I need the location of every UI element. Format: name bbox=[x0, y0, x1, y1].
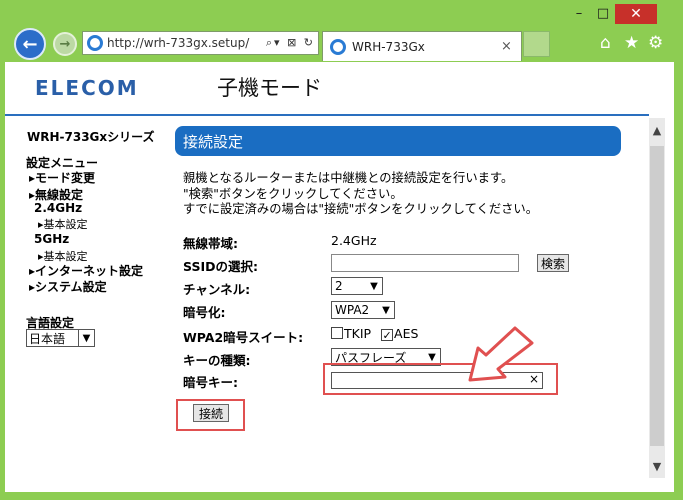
tab-title: WRH-733Gx bbox=[352, 39, 425, 54]
page-content: ELECOM 子機モード WRH-733Gxシリーズ 設定メニュー ▸モード変更… bbox=[5, 62, 649, 492]
description-line: "検索"ボタンをクリックしてください。 bbox=[183, 186, 403, 201]
description-line: すでに設定済みの場合は"接続"ボタンをクリックしてください。 bbox=[183, 202, 539, 216]
maximize-button[interactable]: □ bbox=[591, 4, 615, 24]
channel-value: 2 bbox=[335, 279, 343, 293]
browser-tab[interactable]: WRH-733Gx × bbox=[322, 31, 522, 61]
window-frame bbox=[0, 492, 683, 500]
vertical-scrollbar[interactable]: ▲ ▼ bbox=[649, 118, 665, 478]
page-title: 子機モード bbox=[217, 76, 322, 100]
url-text[interactable]: http://wrh-733gx.setup/ bbox=[107, 36, 266, 50]
model-name: WRH-733Gxシリーズ bbox=[27, 130, 155, 144]
home-icon[interactable]: ⌂ bbox=[600, 33, 611, 53]
tkip-label: TKIP bbox=[344, 326, 372, 341]
channel-label: チャンネル: bbox=[183, 282, 251, 297]
tkip-checkbox[interactable] bbox=[331, 327, 343, 339]
key-type-label: キーの種類: bbox=[183, 353, 251, 368]
sidebar-item-24ghz-basic[interactable]: ▸基本設定 bbox=[38, 216, 88, 232]
settings-icon[interactable]: ⚙ bbox=[648, 33, 663, 53]
highlight-box bbox=[176, 399, 245, 431]
address-bar[interactable]: http://wrh-733gx.setup/ ⌕▾ ⊠ ↻ bbox=[82, 31, 319, 55]
suite-options: TKIP ✓ AES bbox=[331, 326, 418, 341]
encryption-select[interactable]: WPA2 ▼ bbox=[331, 301, 395, 319]
arrow-right-icon: → bbox=[59, 36, 71, 52]
band-value: 2.4GHz bbox=[331, 233, 377, 248]
chevron-down-icon: ▼ bbox=[382, 304, 390, 316]
ie-icon bbox=[330, 38, 346, 55]
key-label: 暗号キー: bbox=[183, 375, 238, 390]
back-button[interactable]: ← bbox=[14, 28, 46, 60]
language-select[interactable]: 日本語 ▼ bbox=[26, 329, 95, 347]
description-line: 親機となるルーターまたは中継機との接続設定を行います。 bbox=[183, 171, 514, 185]
band-label: 無線帯域: bbox=[183, 236, 238, 251]
elecom-logo: ELECOM bbox=[35, 76, 139, 100]
aes-checkbox[interactable]: ✓ bbox=[381, 329, 394, 341]
sidebar-item-mode[interactable]: ▸モード変更 bbox=[29, 169, 95, 186]
arrow-annotation-icon bbox=[468, 326, 534, 382]
page-header: ELECOM 子機モード bbox=[5, 62, 649, 116]
ssid-input[interactable] bbox=[331, 254, 519, 272]
new-tab-button[interactable] bbox=[523, 31, 550, 57]
ssid-label: SSIDの選択: bbox=[183, 259, 258, 274]
aes-label: AES bbox=[394, 326, 419, 341]
channel-select[interactable]: 2 ▼ bbox=[331, 277, 383, 295]
sidebar-item-24ghz: 2.4GHz bbox=[34, 201, 83, 215]
sidebar-item-internet[interactable]: ▸インターネット設定 bbox=[29, 262, 143, 279]
forward-button[interactable]: → bbox=[53, 32, 77, 56]
arrow-left-icon: ← bbox=[22, 33, 38, 55]
scroll-thumb[interactable] bbox=[650, 146, 664, 446]
sidebar-item-5ghz: 5GHz bbox=[34, 232, 70, 246]
language-value: 日本語 bbox=[29, 331, 66, 346]
scroll-up-icon[interactable]: ▲ bbox=[649, 122, 665, 138]
browser-window: – □ ✕ ← → http://wrh-733gx.setup/ ⌕▾ ⊠ ↻… bbox=[0, 0, 683, 500]
chevron-down-icon: ▼ bbox=[428, 351, 436, 363]
suite-label: WPA2暗号スイート: bbox=[183, 330, 304, 345]
scroll-down-icon[interactable]: ▼ bbox=[649, 458, 665, 474]
encryption-value: WPA2 bbox=[335, 303, 370, 317]
encryption-label: 暗号化: bbox=[183, 305, 226, 320]
window-controls: – □ ✕ bbox=[567, 4, 657, 26]
ie-icon bbox=[87, 35, 103, 51]
window-frame bbox=[674, 0, 683, 500]
minimize-button[interactable]: – bbox=[567, 4, 591, 24]
favorites-icon[interactable]: ★ bbox=[624, 33, 639, 53]
description: 親機となるルーターまたは中継機との接続設定を行います。 "検索"ボタンをクリック… bbox=[183, 171, 538, 218]
section-header: 接続設定 bbox=[175, 126, 621, 156]
search-button[interactable]: 検索 bbox=[537, 254, 570, 272]
tab-close-icon[interactable]: × bbox=[501, 39, 521, 54]
chevron-down-icon: ▼ bbox=[370, 280, 378, 292]
chevron-down-icon: ▼ bbox=[78, 330, 94, 346]
close-button[interactable]: ✕ bbox=[615, 4, 657, 24]
sidebar-item-system[interactable]: ▸システム設定 bbox=[29, 278, 107, 295]
address-tools-icons[interactable]: ⌕▾ ⊠ ↻ bbox=[266, 36, 318, 50]
